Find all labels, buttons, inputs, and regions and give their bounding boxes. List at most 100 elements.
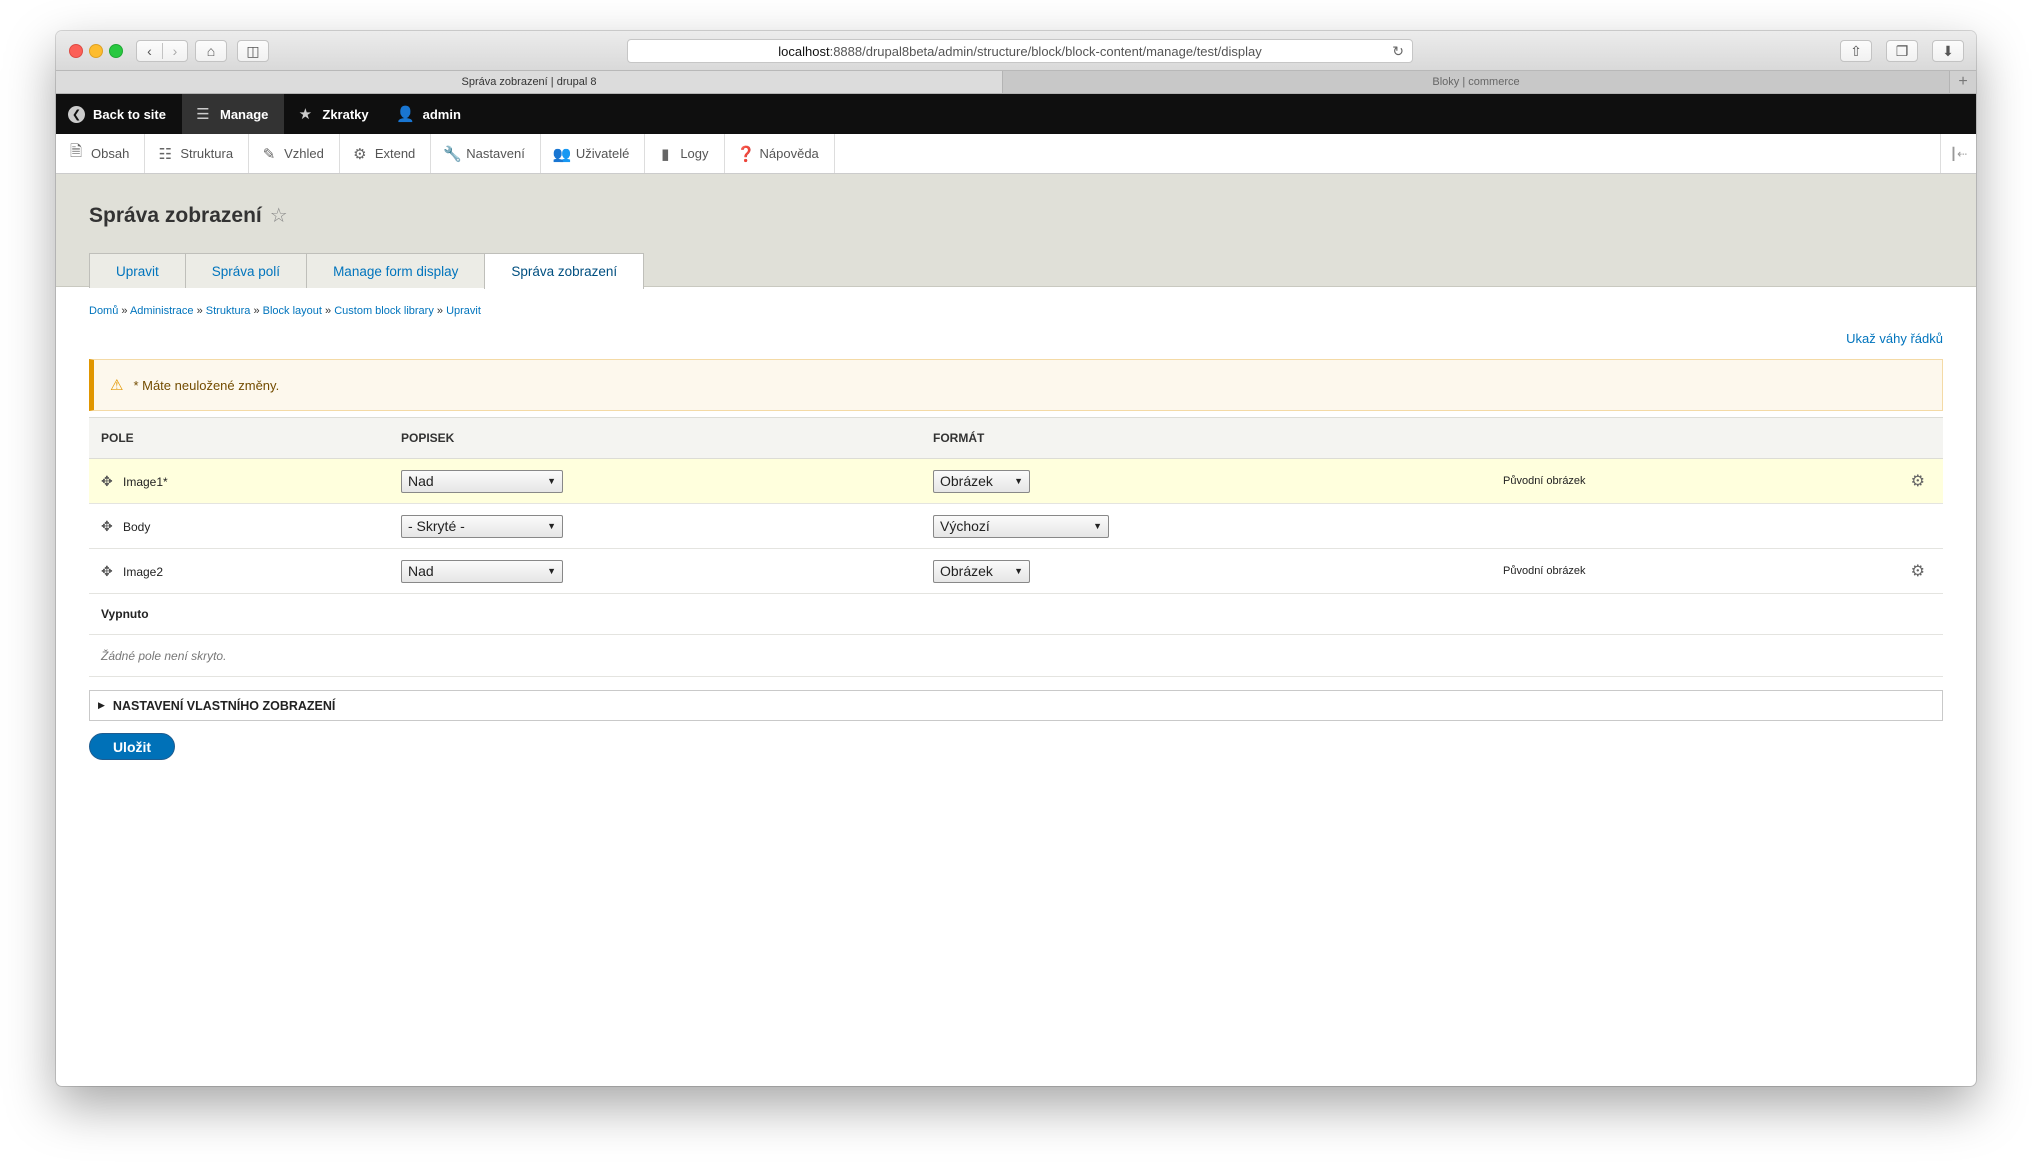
field-name: Body (123, 519, 151, 534)
back-arrow-icon[interactable]: ‹ (137, 43, 162, 59)
home-icon[interactable]: ⌂ (195, 40, 227, 62)
settings-gear-icon[interactable]: ⚙ (1798, 458, 1943, 504)
shortcut-star-icon[interactable]: ☆ (270, 203, 288, 228)
tray-item-content[interactable]: 🗎 Obsah (56, 134, 146, 173)
manage-menu-button[interactable]: ☰ Manage (181, 94, 285, 134)
wrench-icon: 🔧 (443, 145, 462, 163)
minimize-window-button[interactable] (89, 44, 103, 58)
breadcrumb-edit[interactable]: Upravit (446, 305, 481, 317)
drag-handle-icon[interactable]: ✥ (101, 563, 115, 580)
page-icon: 🗎 (69, 143, 83, 160)
new-tab-icon[interactable]: + (1950, 71, 1976, 93)
manage-label: Manage (219, 106, 269, 122)
tray-item-people[interactable]: 👥 Uživatelé (541, 134, 646, 173)
dropdown-arrow-icon: ▼ (1093, 521, 1102, 531)
field-name: Image2 (123, 564, 164, 579)
back-circle-icon: ❮ (68, 105, 85, 123)
tray-item-appearance[interactable]: ✎ Vzhled (249, 134, 340, 173)
region-empty-text: Žádné pole není skryto. (89, 634, 1943, 677)
expand-triangle-icon: ▶ (98, 700, 105, 710)
browser-toolbar: ‹ › ⌂ ◫ localhost:8888/drupal8beta/admin… (56, 31, 1976, 71)
user-label: admin (422, 106, 461, 122)
back-to-site-label: Back to site (93, 106, 166, 122)
page-title-text: Správa zobrazení (89, 203, 262, 227)
column-header-format: FORMÁT (921, 417, 1491, 459)
shortcuts-menu-button[interactable]: ★ Zkratky (284, 94, 384, 134)
tray-label: Obsah (91, 146, 130, 161)
sidebar-icon[interactable]: ◫ (237, 40, 269, 62)
tab-manage-form-display[interactable]: Manage form display (306, 253, 486, 288)
tray-label: Struktura (180, 146, 234, 161)
show-tabs-icon[interactable]: ❐ (1886, 40, 1918, 62)
tray-label: Vzhled (284, 146, 324, 161)
breadcrumb-structure[interactable]: Struktura (206, 305, 251, 317)
label-cell: Nad ▼ (389, 548, 921, 594)
hamburger-icon: ☰ (196, 106, 210, 123)
browser-window: ‹ › ⌂ ◫ localhost:8888/drupal8beta/admin… (56, 31, 1976, 1086)
tray-label: Nastavení (466, 146, 525, 161)
address-bar[interactable]: localhost:8888/drupal8beta/admin/structu… (627, 39, 1413, 63)
browser-tab-active[interactable]: Správa zobrazení | drupal 8 (56, 71, 1003, 93)
format-select[interactable]: Obrázek ▼ (933, 469, 1030, 493)
downloads-icon[interactable]: ⬇ (1932, 40, 1964, 62)
tray-item-reports[interactable]: ▮ Logy (645, 134, 725, 173)
tab-manage-fields[interactable]: Správa polí (184, 253, 308, 288)
format-select[interactable]: Obrázek ▼ (933, 559, 1030, 583)
url-host: localhost (778, 43, 830, 59)
breadcrumb-custom-block-library[interactable]: Custom block library (334, 305, 434, 317)
tray-label: Nápověda (759, 146, 819, 161)
column-header-summary (1491, 417, 1799, 459)
label-select-value: Nad (408, 473, 434, 489)
dropdown-arrow-icon: ▼ (547, 476, 556, 486)
help-icon: ❓ (736, 145, 756, 163)
tray-label: Logy (680, 146, 709, 161)
column-header-label: POPISEK (389, 417, 921, 459)
label-select[interactable]: Nad ▼ (401, 469, 563, 493)
tab-edit[interactable]: Upravit (89, 253, 186, 288)
star-icon: ★ (298, 106, 313, 123)
zoom-window-button[interactable] (109, 44, 123, 58)
table-row: ✥ Image2 Nad ▼ Obrázek ▼ Původní obrázek ⚙ (89, 548, 1943, 594)
tray-item-structure[interactable]: ☷ Struktura (145, 134, 250, 173)
sitemap-icon: ☷ (158, 145, 173, 163)
custom-display-settings-details[interactable]: ▶ NASTAVENÍ VLASTNÍHO ZOBRAZENÍ (89, 690, 1943, 721)
tray-item-extend[interactable]: ⚙ Extend (340, 134, 432, 173)
details-summary: NASTAVENÍ VLASTNÍHO ZOBRAZENÍ (112, 698, 336, 713)
format-cell: Obrázek ▼ (921, 458, 1491, 504)
format-select[interactable]: Výchozí ▼ (933, 514, 1109, 538)
forward-arrow-icon[interactable]: › (162, 43, 187, 59)
back-to-site-link[interactable]: ❮ Back to site (56, 94, 182, 134)
dropdown-arrow-icon: ▼ (547, 566, 556, 576)
label-select[interactable]: Nad ▼ (401, 559, 563, 583)
breadcrumb-block-layout[interactable]: Block layout (263, 305, 322, 317)
settings-gear-icon[interactable]: ⚙ (1798, 548, 1943, 594)
breadcrumb-home[interactable]: Domů (89, 305, 118, 317)
tray-item-help[interactable]: ❓ Nápověda (725, 134, 835, 173)
show-row-weights-link[interactable]: Ukaž váhy řádků (1846, 331, 1943, 346)
tray-label: Extend (374, 146, 416, 161)
url-path: :8888/drupal8beta/admin/structure/block/… (829, 43, 1262, 59)
back-forward-buttons: ‹ › (136, 40, 188, 62)
label-select[interactable]: - Skryté - ▼ (401, 514, 563, 538)
save-button[interactable]: Uložit (89, 733, 175, 760)
tray-item-configuration[interactable]: 🔧 Nastavení (431, 134, 541, 173)
share-icon[interactable]: ⇧ (1840, 40, 1872, 62)
region-row: Vypnuto (89, 593, 1943, 635)
close-window-button[interactable] (69, 44, 83, 58)
format-summary: Původní obrázek (1491, 458, 1799, 504)
drag-handle-icon[interactable]: ✥ (101, 473, 115, 490)
reload-icon[interactable]: ↻ (1392, 43, 1404, 60)
page-header: Správa zobrazení ☆ Upravit Správa polí M… (56, 174, 1976, 289)
label-select-value: - Skryté - (408, 518, 465, 534)
region-empty-row: Žádné pole není skryto. (89, 634, 1943, 677)
format-cell: Výchozí ▼ (921, 503, 1491, 549)
drag-handle-icon[interactable]: ✥ (101, 518, 115, 535)
browser-tab-inactive[interactable]: Bloky | commerce (1003, 71, 1950, 93)
warning-icon: ⚠ (110, 377, 124, 394)
column-header-operations (1798, 417, 1943, 459)
breadcrumb: Domů » Administrace » Struktura » Block … (89, 305, 481, 317)
user-menu-button[interactable]: 👤 admin (385, 94, 477, 134)
tab-manage-display[interactable]: Správa zobrazení (484, 253, 645, 289)
breadcrumb-admin[interactable]: Administrace (130, 305, 194, 317)
tray-orientation-icon[interactable]: ┃⇠ (1940, 134, 1976, 173)
